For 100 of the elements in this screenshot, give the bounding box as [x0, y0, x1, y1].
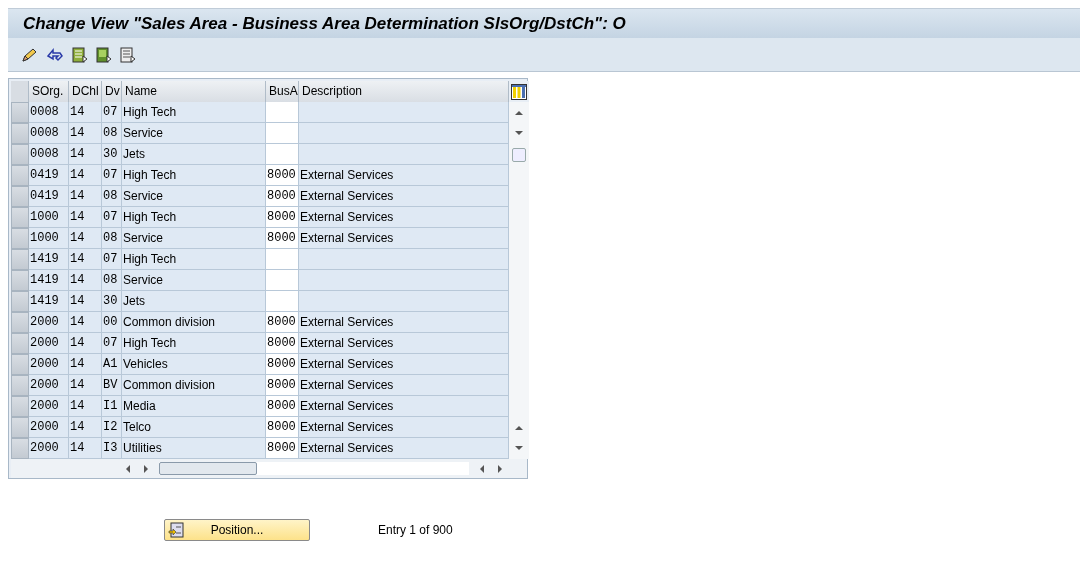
table-cell: I1 — [102, 396, 122, 417]
row-selector[interactable] — [11, 228, 29, 249]
row-selector[interactable] — [11, 312, 29, 333]
input-field[interactable]: 8000 — [266, 186, 299, 207]
row-selector[interactable] — [11, 333, 29, 354]
scroll-up-icon[interactable] — [513, 423, 525, 433]
row-selector[interactable] — [11, 207, 29, 228]
row-selector[interactable] — [11, 354, 29, 375]
row-selector[interactable] — [11, 123, 29, 144]
table-cell: 0419 — [29, 165, 69, 186]
input-field[interactable]: 8000 — [266, 354, 299, 375]
table-cell: 2000 — [29, 354, 69, 375]
scroll-thumb[interactable] — [159, 462, 257, 475]
table-cell: 14 — [69, 102, 102, 123]
table-cell: 2000 — [29, 375, 69, 396]
table-cell: 00 — [102, 312, 122, 333]
column-header[interactable]: DChl — [69, 81, 102, 102]
table-cell: 1419 — [29, 249, 69, 270]
table-cell: External Services — [299, 333, 509, 354]
row-selector[interactable] — [11, 102, 29, 123]
row-selector[interactable] — [11, 249, 29, 270]
table-cell: High Tech — [122, 333, 266, 354]
table-cell: BV — [102, 375, 122, 396]
scroll-up-icon[interactable] — [513, 108, 525, 118]
row-selector[interactable] — [11, 396, 29, 417]
table-cell: Jets — [122, 291, 266, 312]
table-cell: 0008 — [29, 123, 69, 144]
table-cell: External Services — [299, 438, 509, 459]
scroll-down-icon[interactable] — [513, 443, 525, 453]
input-field[interactable]: 8000 — [266, 312, 299, 333]
undo-arrow-icon[interactable] — [46, 46, 64, 63]
table-cell: 1000 — [29, 228, 69, 249]
input-field[interactable]: 8000 — [266, 396, 299, 417]
vertical-scrollbar[interactable] — [509, 102, 529, 459]
table-cell: 2000 — [29, 312, 69, 333]
table-cell: 14 — [69, 333, 102, 354]
table-cell: External Services — [299, 417, 509, 438]
scroll-right-icon[interactable] — [495, 462, 505, 475]
table-cell: External Services — [299, 228, 509, 249]
input-field[interactable]: 8000 — [266, 228, 299, 249]
position-button[interactable]: Position... — [164, 519, 310, 541]
table-cell: External Services — [299, 207, 509, 228]
row-selector[interactable] — [11, 417, 29, 438]
row-selector[interactable] — [11, 438, 29, 459]
row-selector[interactable] — [11, 375, 29, 396]
table-cell: 08 — [102, 228, 122, 249]
table-cell: External Services — [299, 354, 509, 375]
table-cell: 08 — [102, 270, 122, 291]
input-field[interactable] — [266, 270, 299, 291]
table-cell: 14 — [69, 207, 102, 228]
scroll-down-icon[interactable] — [513, 128, 525, 138]
table-cell: 07 — [102, 333, 122, 354]
row-selector[interactable] — [11, 291, 29, 312]
table-cell: 14 — [69, 270, 102, 291]
column-header[interactable]: Description — [299, 81, 509, 102]
table-cell: 30 — [102, 291, 122, 312]
input-field[interactable]: 8000 — [266, 207, 299, 228]
table-cell: Telco — [122, 417, 266, 438]
input-field[interactable]: 8000 — [266, 375, 299, 396]
row-selector[interactable] — [11, 186, 29, 207]
input-field[interactable] — [266, 249, 299, 270]
table-cell: External Services — [299, 375, 509, 396]
table-cell: Vehicles — [122, 354, 266, 375]
input-field[interactable] — [266, 102, 299, 123]
table-cell: 08 — [102, 123, 122, 144]
input-field[interactable]: 8000 — [266, 165, 299, 186]
table-cell: Service — [122, 186, 266, 207]
column-settings-icon[interactable] — [511, 83, 527, 100]
table-cell: 0008 — [29, 144, 69, 165]
input-field[interactable]: 8000 — [266, 438, 299, 459]
select-all-button[interactable] — [11, 81, 29, 102]
column-header[interactable]: BusA — [266, 81, 299, 102]
table-cell: Common division — [122, 312, 266, 333]
scroll-thumb[interactable] — [512, 148, 526, 162]
document-icon[interactable] — [120, 46, 136, 63]
input-field[interactable] — [266, 291, 299, 312]
table-cell: High Tech — [122, 102, 266, 123]
document-icon[interactable] — [72, 46, 88, 63]
table-cell: 1000 — [29, 207, 69, 228]
table-cell: 0008 — [29, 102, 69, 123]
row-selector[interactable] — [11, 270, 29, 291]
table-cell: 1419 — [29, 270, 69, 291]
column-header[interactable]: Name — [122, 81, 266, 102]
row-selector[interactable] — [11, 144, 29, 165]
input-field[interactable] — [266, 144, 299, 165]
input-field[interactable]: 8000 — [266, 333, 299, 354]
column-header[interactable]: Dv — [102, 81, 122, 102]
entry-count: Entry 1 of 900 — [378, 523, 453, 537]
table-cell: Service — [122, 270, 266, 291]
table-cell: 14 — [69, 249, 102, 270]
pencil-icon[interactable] — [20, 46, 38, 63]
column-header[interactable]: SOrg. — [29, 81, 69, 102]
table-cell: 14 — [69, 144, 102, 165]
table-cell: 14 — [69, 291, 102, 312]
input-field[interactable] — [266, 123, 299, 144]
input-field[interactable]: 8000 — [266, 417, 299, 438]
scroll-right-icon[interactable] — [141, 462, 151, 475]
table-cell: 07 — [102, 102, 122, 123]
row-selector[interactable] — [11, 165, 29, 186]
document-icon[interactable] — [96, 46, 112, 63]
